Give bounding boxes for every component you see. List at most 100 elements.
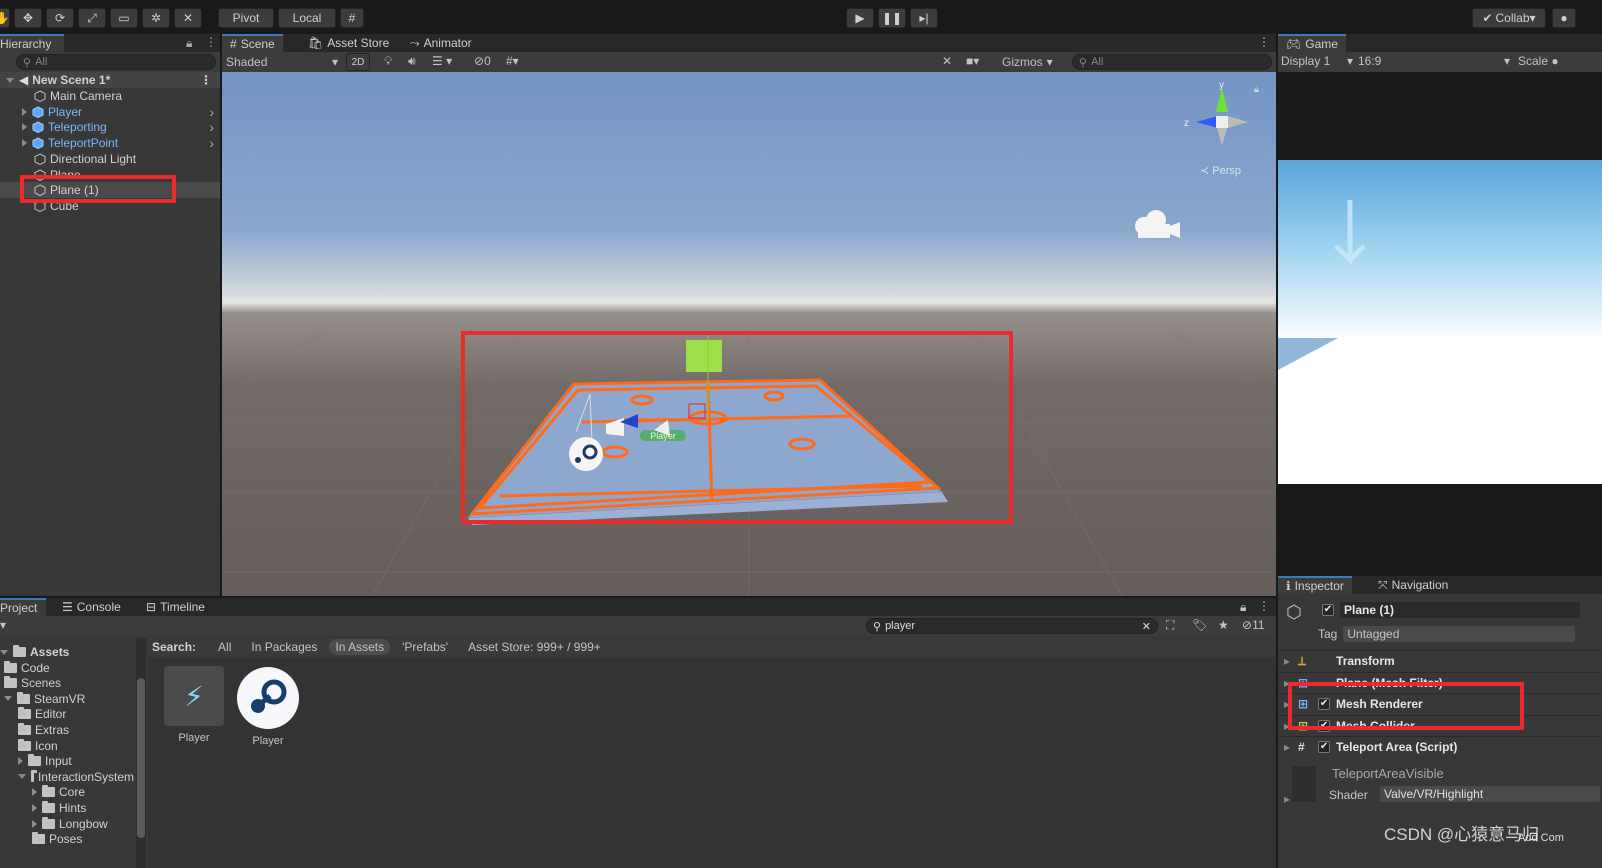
component-enabled-checkbox[interactable]: ✔: [1318, 741, 1331, 753]
expand-arrow-icon[interactable]: [32, 804, 37, 812]
open-prefab-chevron-icon[interactable]: ›: [209, 119, 214, 135]
lighting-toggle-icon[interactable]: 💡︎: [384, 54, 392, 69]
folder-tree-item[interactable]: Core: [0, 784, 134, 800]
search-by-label-icon[interactable]: 🏷︎: [1192, 618, 1207, 632]
scene-menu-icon[interactable]: ⋮: [200, 73, 212, 87]
folder-tree-item[interactable]: Longbow: [0, 816, 134, 832]
expand-arrow-icon[interactable]: [32, 819, 37, 828]
gizmos-dropdown[interactable]: Gizmos ▾: [1000, 53, 1062, 71]
hidden-packages-icon[interactable]: ⊘11: [1242, 618, 1265, 632]
pause-button[interactable]: ❚❚: [878, 8, 906, 28]
more-menu-icon[interactable]: ⋮: [205, 35, 217, 49]
folder-tree-item[interactable]: SteamVR: [0, 691, 134, 707]
clear-search-icon[interactable]: ✕: [1142, 620, 1151, 633]
hierarchy-item[interactable]: TeleportPoint ›: [0, 135, 220, 151]
gizmo-lock-icon[interactable]: 🔒︎: [1254, 84, 1259, 95]
persp-label[interactable]: ≺ Persp: [1200, 164, 1241, 177]
expand-arrow-icon[interactable]: [22, 123, 27, 132]
create-dropdown-icon[interactable]: ▾: [0, 618, 6, 632]
project-more-icon[interactable]: ⋮: [1258, 599, 1270, 613]
scale-slider[interactable]: Scale ●: [1518, 54, 1559, 68]
expand-arrow-icon[interactable]: [6, 77, 14, 83]
tab-hierarchy[interactable]: Hierarchy: [0, 34, 64, 52]
filter-in-packages[interactable]: In Packages: [243, 640, 325, 654]
hierarchy-item[interactable]: Directional Light: [0, 151, 220, 167]
active-checkbox[interactable]: ✔: [1322, 604, 1334, 616]
display-dropdown[interactable]: Display 1 ▾: [1281, 54, 1353, 68]
expand-arrow-icon[interactable]: [18, 774, 26, 780]
tab-inspector[interactable]: ℹ Inspector: [1278, 576, 1352, 594]
game-viewport[interactable]: [1278, 160, 1602, 484]
grid-toggle-icon[interactable]: #▾: [506, 54, 519, 68]
project-search-input[interactable]: ⚲ player ✕: [866, 618, 1158, 634]
asset-item-steam-player[interactable]: Player: [236, 666, 300, 747]
favorite-icon[interactable]: ★: [1218, 618, 1229, 632]
filter-in-assets[interactable]: In Assets: [329, 639, 391, 655]
tab-scene[interactable]: # Scene: [222, 34, 283, 52]
project-lock-icon[interactable]: 🔒︎: [1240, 600, 1246, 615]
expand-arrow-icon[interactable]: [0, 649, 8, 655]
tab-game[interactable]: 🎮︎ Game: [1278, 34, 1346, 52]
hierarchy-item[interactable]: Teleporting ›: [0, 119, 220, 135]
orientation-gizmo[interactable]: y z: [1182, 80, 1262, 170]
filter-prefabs[interactable]: 'Prefabs': [394, 640, 456, 654]
tab-console[interactable]: ☰ Console: [54, 598, 129, 616]
shader-dropdown[interactable]: Valve/VR/Highlight: [1380, 786, 1600, 802]
scene-more-icon[interactable]: ⋮: [1258, 35, 1270, 49]
component-expand-arrow-icon[interactable]: ▸: [1284, 740, 1290, 754]
collab-button[interactable]: ✔ Collab ▾: [1472, 8, 1546, 28]
open-prefab-chevron-icon[interactable]: ›: [209, 104, 214, 120]
local-button[interactable]: Local: [278, 8, 336, 28]
folder-tree-item[interactable]: Code: [0, 660, 134, 676]
folder-tree-item[interactable]: Hints: [0, 800, 134, 816]
2d-toggle[interactable]: 2D: [346, 53, 370, 71]
tab-animator[interactable]: ⤳ Animator: [402, 34, 480, 52]
folder-tree-item[interactable]: Assets: [0, 644, 134, 660]
component-header[interactable]: ▸ # ✔ Teleport Area (Script): [1278, 736, 1602, 757]
tab-timeline[interactable]: ⊟ Timeline: [138, 598, 213, 616]
expand-arrow-icon[interactable]: [4, 696, 12, 702]
open-prefab-chevron-icon[interactable]: ›: [209, 135, 214, 151]
transform-tool-icon[interactable]: ✲: [142, 8, 170, 28]
step-button[interactable]: ▸|: [910, 8, 938, 28]
pivot-button[interactable]: Pivot: [218, 8, 274, 28]
scene-viewport[interactable]: Player y z 🔒︎ ≺ Persp: [222, 72, 1276, 596]
scene-header-row[interactable]: ◀ New Scene 1* ⋮: [0, 72, 220, 88]
expand-arrow-icon[interactable]: [22, 107, 27, 116]
camera-dropdown-icon[interactable]: ■▾: [966, 54, 979, 68]
filter-all[interactable]: All: [210, 640, 239, 654]
play-button[interactable]: ▶: [846, 8, 874, 28]
custom-tool-icon[interactable]: ✕: [174, 8, 202, 28]
tree-scrollbar-thumb[interactable]: [137, 678, 145, 838]
hierarchy-item[interactable]: Main Camera: [0, 88, 220, 104]
folder-tree-item[interactable]: InteractionSystem: [0, 769, 134, 785]
material-expand-arrow-icon[interactable]: ▸: [1284, 792, 1290, 806]
asset-item-teleport-player[interactable]: ⚡︎ Player: [164, 666, 224, 746]
expand-arrow-icon[interactable]: [22, 139, 27, 148]
grid-snap-icon[interactable]: #: [340, 8, 364, 28]
audio-toggle-icon[interactable]: 🔊︎: [408, 54, 416, 69]
hand-tool-icon[interactable]: ✋: [0, 8, 10, 28]
folder-tree-item[interactable]: Icon: [0, 738, 134, 754]
expand-arrow-icon[interactable]: [32, 788, 37, 797]
aspect-dropdown[interactable]: 16:9 ▾: [1358, 54, 1510, 68]
lock-icon[interactable]: 🔒︎: [186, 36, 192, 51]
folder-tree-item[interactable]: Editor: [0, 706, 134, 722]
tab-navigation[interactable]: ⤧ Navigation: [1370, 576, 1456, 594]
rotate-tool-icon[interactable]: ⟳: [46, 8, 74, 28]
folder-tree-item[interactable]: Scenes: [0, 675, 134, 691]
tree-scrollbar[interactable]: [136, 638, 146, 868]
tools-icon[interactable]: ✕: [942, 54, 952, 68]
component-expand-arrow-icon[interactable]: ▸: [1284, 654, 1290, 668]
hierarchy-search-input[interactable]: ⚲ All: [16, 54, 216, 70]
effects-toggle-icon[interactable]: ☰ ▾: [432, 54, 452, 68]
shading-mode-dropdown[interactable]: Shaded ▾: [226, 54, 338, 70]
rect-tool-icon[interactable]: ▭: [110, 8, 138, 28]
hidden-objects-icon[interactable]: ⊘0: [474, 54, 491, 68]
component-header[interactable]: ▸ ⟂ Transform: [1278, 650, 1602, 671]
scene-search-input[interactable]: ⚲ All: [1072, 54, 1272, 70]
tag-dropdown[interactable]: Untagged: [1343, 626, 1576, 642]
expand-arrow-icon[interactable]: [18, 757, 23, 766]
account-button[interactable]: ●: [1552, 8, 1576, 28]
folder-tree-item[interactable]: Extras: [0, 722, 134, 738]
